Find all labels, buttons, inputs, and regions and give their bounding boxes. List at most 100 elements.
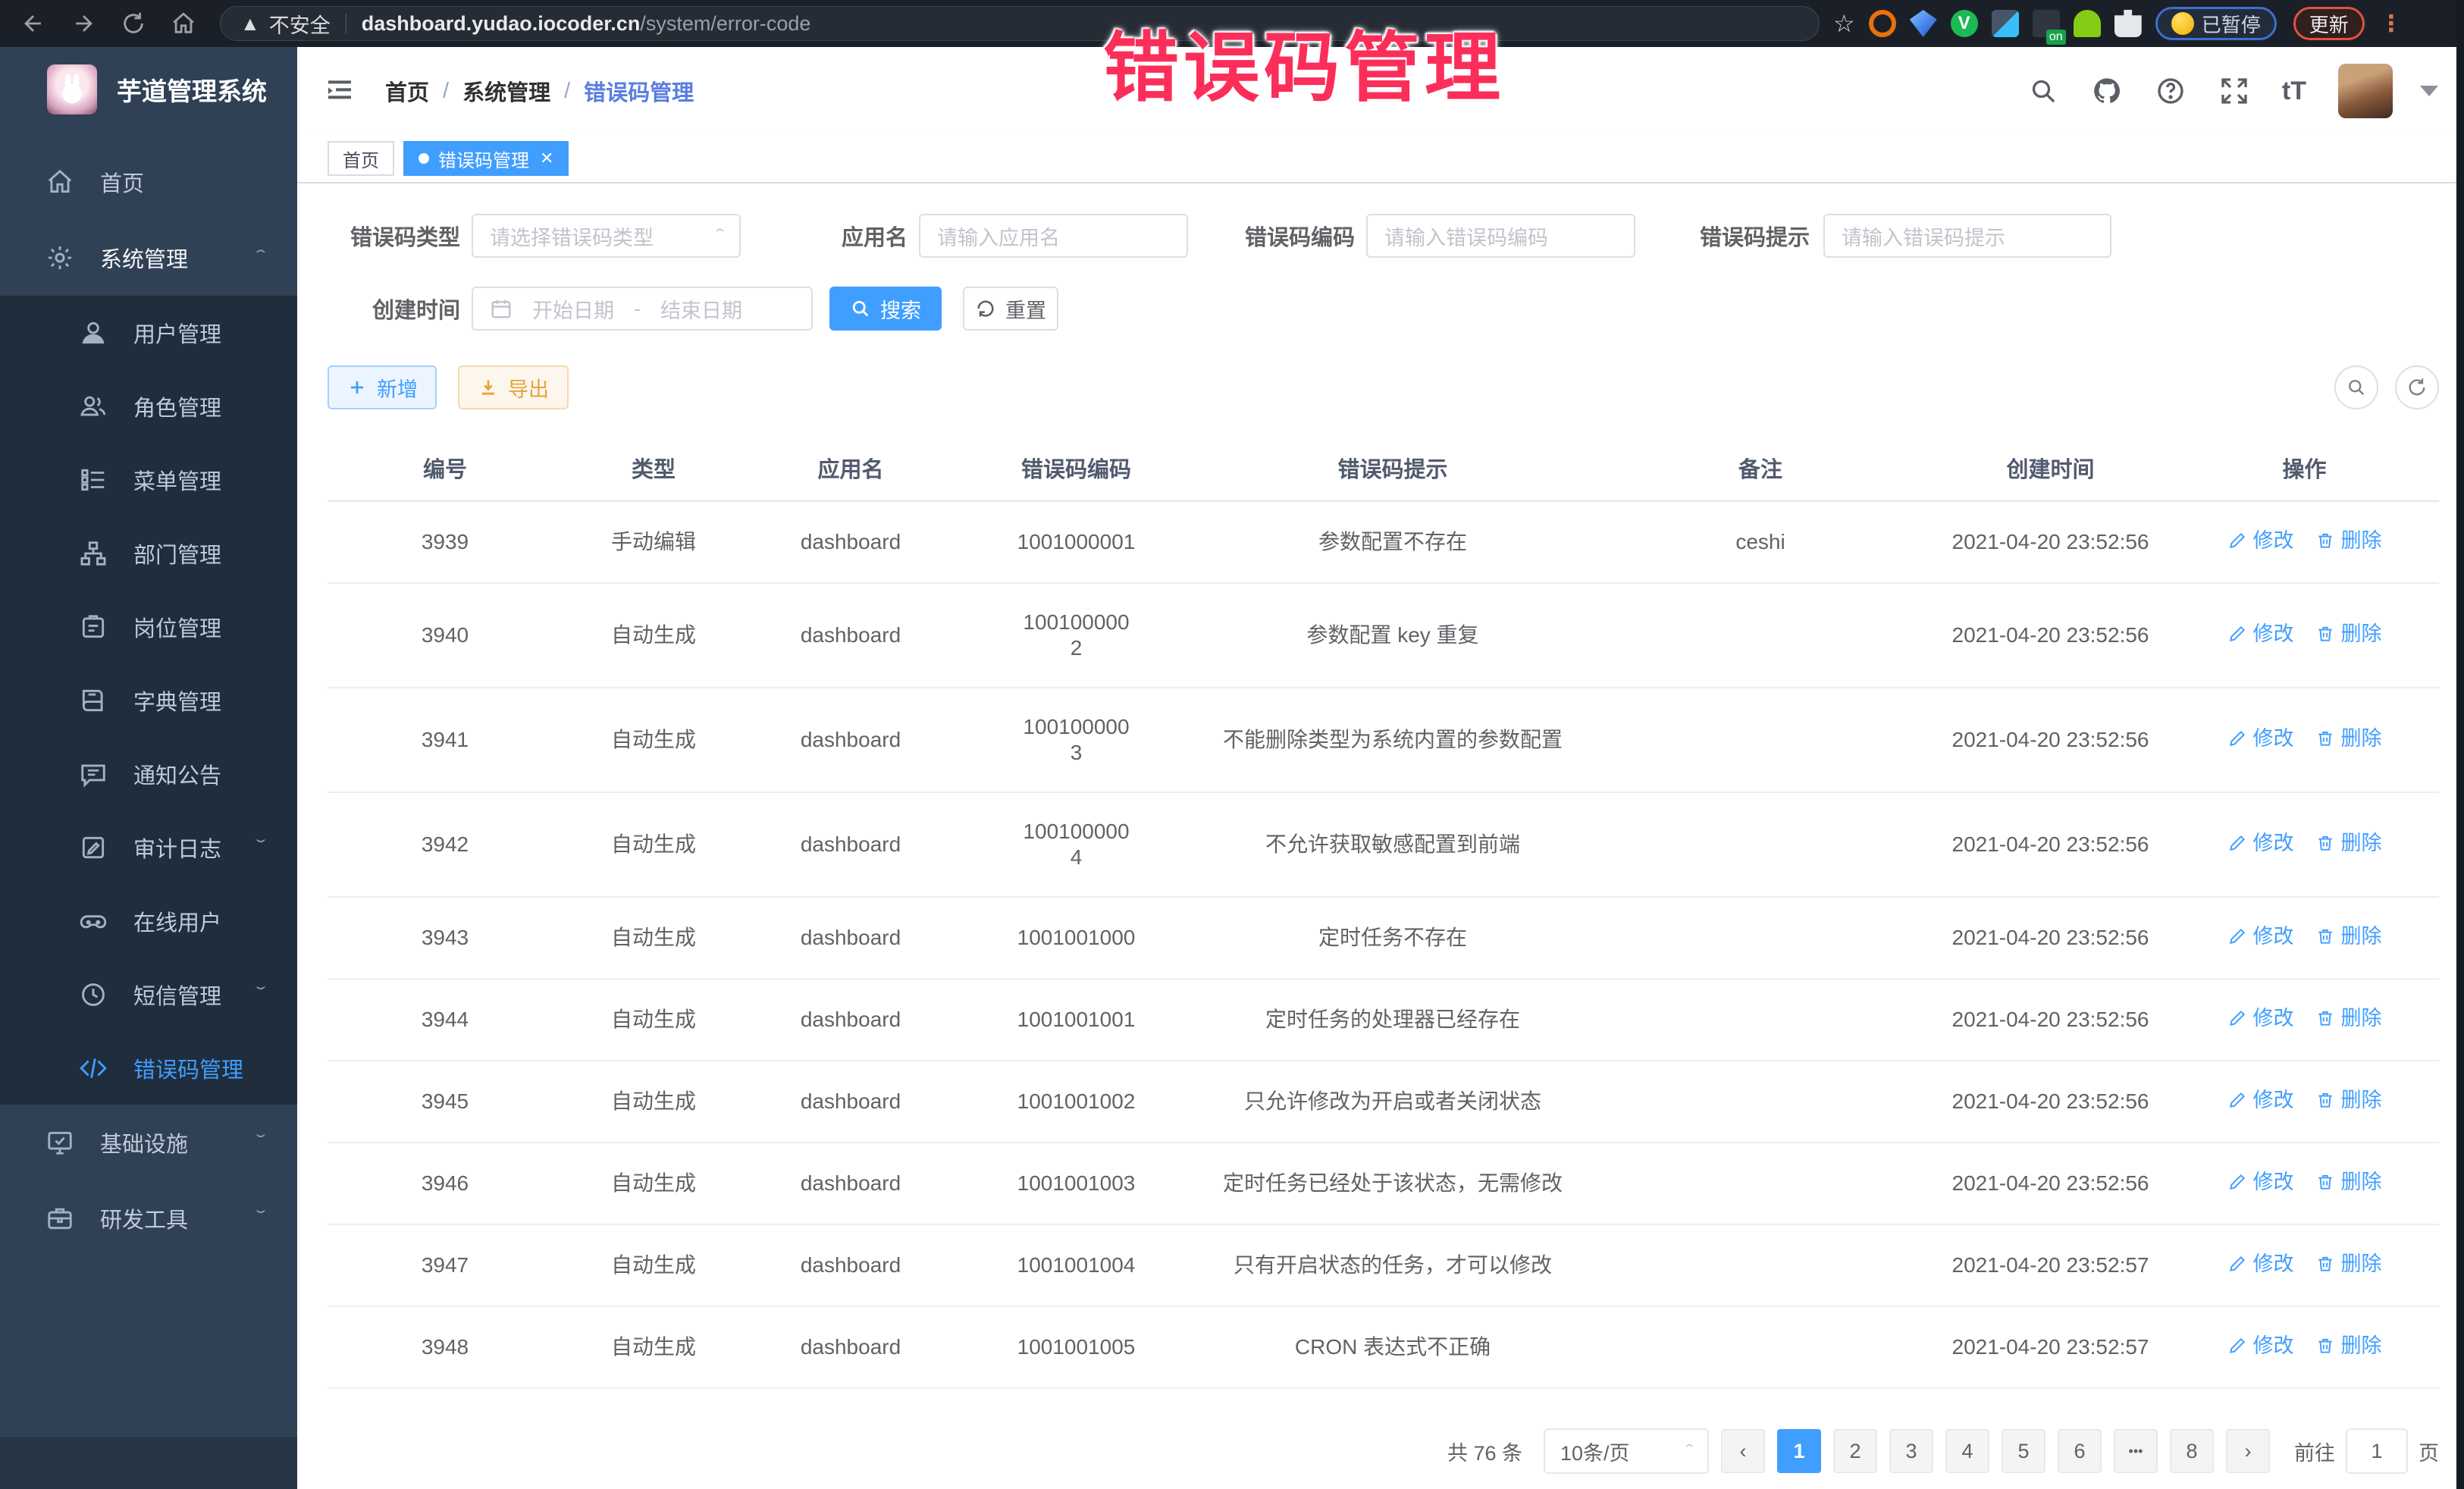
extension-key-icon[interactable] xyxy=(2074,10,2101,37)
app-frame: 芋道管理系统 首页系统管理ˆ用户管理角色管理菜单管理部门管理岗位管理字典管理通知… xyxy=(0,47,2464,1489)
delete-link[interactable]: 删除 xyxy=(2315,923,2382,949)
col-id: 编号 xyxy=(328,435,563,501)
help-icon[interactable] xyxy=(2155,75,2187,107)
error-type-select[interactable]: 请选择错误码类型 ˆ xyxy=(472,214,741,258)
col-type: 类型 xyxy=(563,435,745,501)
browser-update-button[interactable]: 更新 xyxy=(2293,7,2365,40)
sidebar-item-3[interactable]: 角色管理 xyxy=(0,369,297,443)
extension-grid-icon[interactable] xyxy=(1992,10,2019,37)
edit-link[interactable]: 修改 xyxy=(2227,1087,2294,1113)
logo-rabbit-image xyxy=(47,64,97,114)
address-bar[interactable]: ▲ 不安全 dashboard.yudao.iocoder.cn /system… xyxy=(220,6,1820,41)
row-hint: CRON 表达式不正确 xyxy=(1196,1306,1590,1388)
github-icon[interactable] xyxy=(2091,75,2123,107)
table-header-row: 编号 类型 应用名 错误码编码 错误码提示 备注 创建时间 操作 xyxy=(328,435,2439,501)
delete-link[interactable]: 删除 xyxy=(2315,830,2382,856)
update-label: 更新 xyxy=(2309,10,2349,38)
tab-error-code[interactable]: 错误码管理 ✕ xyxy=(403,141,569,176)
browser-home-icon[interactable] xyxy=(167,7,200,40)
extension-vue-devtools-icon[interactable]: V xyxy=(1951,10,1978,37)
paused-extension-chip[interactable]: 已暂停 xyxy=(2155,7,2277,40)
export-button[interactable]: 导出 xyxy=(458,365,569,409)
browser-forward-icon[interactable] xyxy=(67,7,100,40)
sidebar-item-5[interactable]: 部门管理 xyxy=(0,516,297,590)
error-code-input[interactable]: 请输入错误码编码 xyxy=(1366,214,1635,258)
goto-page-input[interactable]: 1 xyxy=(2346,1428,2408,1474)
page-button-4[interactable]: 4 xyxy=(1945,1429,1989,1473)
sidebar-item-9[interactable]: 审计日志ˇ xyxy=(0,810,297,884)
font-size-icon[interactable]: tT xyxy=(2282,77,2306,106)
breadcrumb-home[interactable]: 首页 xyxy=(385,75,429,107)
row-app: dashboard xyxy=(745,1224,957,1306)
fullscreen-icon[interactable] xyxy=(2218,75,2250,107)
page-button-1[interactable]: 1 xyxy=(1777,1429,1821,1473)
page-button-2[interactable]: 2 xyxy=(1833,1429,1877,1473)
tab-close-icon[interactable]: ✕ xyxy=(540,149,553,168)
edit-link[interactable]: 修改 xyxy=(2227,923,2294,949)
sidebar-item-11[interactable]: 短信管理ˇ xyxy=(0,958,297,1031)
delete-link[interactable]: 删除 xyxy=(2315,528,2382,553)
table-row: 3944自动生成dashboard1001001001定时任务的处理器已经存在2… xyxy=(328,979,2439,1061)
toggle-search-icon-button[interactable] xyxy=(2334,365,2378,409)
breadcrumb-section[interactable]: 系统管理 xyxy=(462,75,550,107)
sidebar-footer-bar[interactable] xyxy=(0,1437,297,1489)
sidebar-item-12[interactable]: 错误码管理 xyxy=(0,1031,297,1105)
refresh-icon-button[interactable] xyxy=(2395,365,2439,409)
edit-link[interactable]: 修改 xyxy=(2227,726,2294,751)
delete-link[interactable]: 删除 xyxy=(2315,1005,2382,1031)
edit-link[interactable]: 修改 xyxy=(2227,1005,2294,1031)
sidebar-item-13[interactable]: 基础设施ˇ xyxy=(0,1105,297,1180)
sidebar-item-1[interactable]: 系统管理ˆ xyxy=(0,220,297,296)
edit-link[interactable]: 修改 xyxy=(2227,1333,2294,1359)
sidebar-item-4[interactable]: 菜单管理 xyxy=(0,443,297,516)
sidebar-item-2[interactable]: 用户管理 xyxy=(0,296,297,369)
sidebar-item-7[interactable]: 字典管理 xyxy=(0,663,297,737)
sidebar-collapse-icon[interactable] xyxy=(324,74,358,108)
extensions-puzzle-icon[interactable] xyxy=(2114,10,2142,37)
delete-link[interactable]: 删除 xyxy=(2315,621,2382,647)
page-button-6[interactable]: 6 xyxy=(2058,1429,2102,1473)
edit-link[interactable]: 修改 xyxy=(2227,621,2294,647)
next-page-button[interactable]: › xyxy=(2226,1429,2270,1473)
sidebar-item-8[interactable]: 通知公告 xyxy=(0,737,297,810)
sidebar-item-10[interactable]: 在线用户 xyxy=(0,884,297,958)
error-hint-input[interactable]: 请输入错误码提示 xyxy=(1823,214,2111,258)
extension-orange-icon[interactable] xyxy=(1869,10,1896,37)
sidebar-logo[interactable]: 芋道管理系统 xyxy=(0,47,297,132)
search-icon[interactable] xyxy=(2027,75,2059,107)
extension-gem-icon[interactable] xyxy=(1910,10,1937,37)
delete-link[interactable]: 删除 xyxy=(2315,1087,2382,1113)
delete-link[interactable]: 删除 xyxy=(2315,1251,2382,1277)
page-size-select[interactable]: 10条/页 ˆ xyxy=(1544,1428,1709,1474)
edit-link[interactable]: 修改 xyxy=(2227,528,2294,553)
emoji-face-icon xyxy=(2171,12,2194,35)
delete-link[interactable]: 删除 xyxy=(2315,1333,2382,1359)
search-button[interactable]: 搜索 xyxy=(829,287,942,331)
edit-link[interactable]: 修改 xyxy=(2227,1169,2294,1195)
create-time-range-picker[interactable]: 开始日期 - 结束日期 xyxy=(472,287,813,331)
user-avatar[interactable] xyxy=(2338,64,2393,118)
browser-back-icon[interactable] xyxy=(17,7,50,40)
bookmark-star-icon[interactable]: ☆ xyxy=(1833,9,1855,38)
sidebar-item-14[interactable]: 研发工具ˇ xyxy=(0,1180,297,1256)
app-name-input[interactable]: 请输入应用名 xyxy=(919,214,1188,258)
delete-link[interactable]: 删除 xyxy=(2315,1169,2382,1195)
edit-link[interactable]: 修改 xyxy=(2227,830,2294,856)
tab-home[interactable]: 首页 xyxy=(328,141,394,176)
page-ellipsis[interactable]: ••• xyxy=(2114,1429,2158,1473)
reset-button[interactable]: 重置 xyxy=(963,287,1058,331)
sidebar-item-0[interactable]: 首页 xyxy=(0,144,297,220)
page-button-8[interactable]: 8 xyxy=(2170,1429,2214,1473)
browser-menu-icon[interactable]: ⋮ xyxy=(2380,11,2403,37)
extension-switch-icon[interactable] xyxy=(2033,10,2060,37)
sidebar-item-6[interactable]: 岗位管理 xyxy=(0,590,297,663)
edit-link[interactable]: 修改 xyxy=(2227,1251,2294,1277)
browser-reload-icon[interactable] xyxy=(117,7,150,40)
page-button-3[interactable]: 3 xyxy=(1889,1429,1933,1473)
delete-link[interactable]: 删除 xyxy=(2315,726,2382,751)
avatar-caret-icon[interactable] xyxy=(2420,86,2438,96)
page-button-5[interactable]: 5 xyxy=(2002,1429,2045,1473)
reset-button-label: 重置 xyxy=(1005,294,1046,324)
add-button[interactable]: 新增 xyxy=(328,365,437,409)
prev-page-button[interactable]: ‹ xyxy=(1721,1429,1765,1473)
